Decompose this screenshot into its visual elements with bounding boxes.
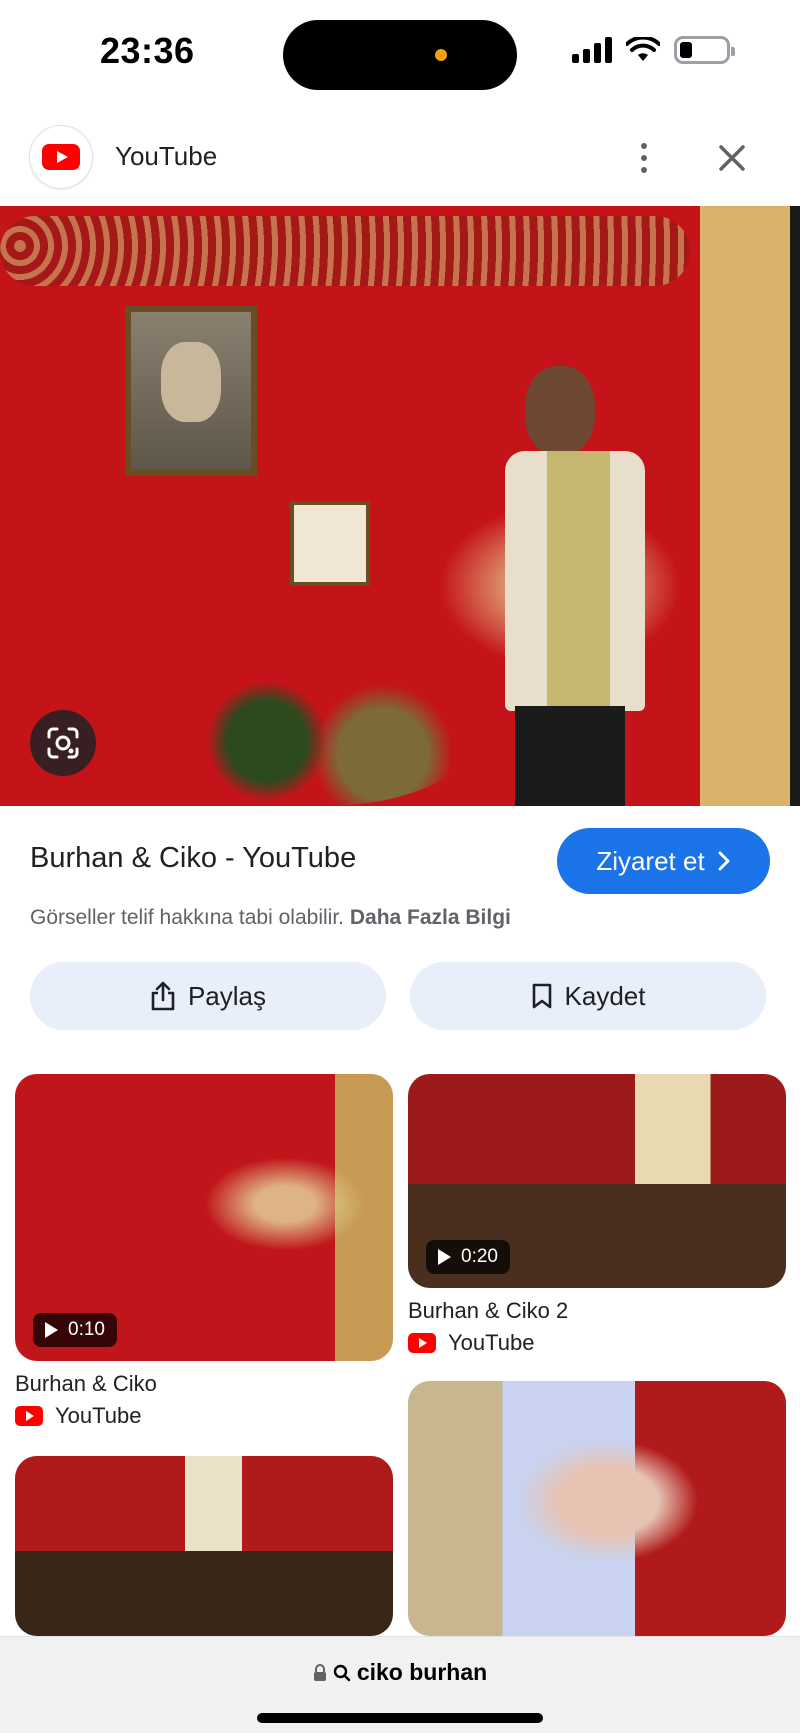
learn-more-link[interactable]: Daha Fazla Bilgi — [350, 906, 511, 929]
youtube-logo-icon — [15, 1406, 43, 1426]
wifi-icon — [626, 37, 660, 61]
lens-icon — [47, 727, 79, 759]
garland-decoration — [0, 216, 690, 286]
status-bar: 23:36 — [0, 0, 800, 110]
share-icon — [151, 981, 175, 1011]
related-source: YouTube — [408, 1330, 786, 1356]
related-source-label: YouTube — [448, 1330, 535, 1355]
youtube-logo-icon — [42, 144, 80, 170]
lock-icon — [313, 1663, 326, 1681]
play-icon — [438, 1249, 451, 1265]
visit-button[interactable]: Ziyaret et — [557, 828, 770, 894]
address-bar-content[interactable]: ciko burhan — [0, 1659, 800, 1688]
save-button[interactable]: Kaydet — [410, 962, 766, 1030]
copyright-text: Görseller telif hakkına tabi olabilir. — [30, 906, 344, 929]
battery-icon — [674, 36, 735, 64]
chevron-right-icon — [718, 851, 730, 871]
related-card[interactable]: 0:20 Burhan & Ciko 2 YouTube — [408, 1074, 786, 1356]
related-thumbnail[interactable]: 0:20 — [408, 1074, 786, 1288]
lens-search-button[interactable] — [30, 710, 96, 776]
save-label: Kaydet — [564, 980, 646, 1011]
result-title: Burhan & Ciko - YouTube — [30, 842, 357, 874]
duration-badge: 0:20 — [426, 1240, 510, 1274]
privacy-indicator-dot — [435, 49, 447, 61]
site-name[interactable]: YouTube — [115, 141, 217, 172]
play-icon — [45, 1322, 58, 1338]
related-title[interactable]: Burhan & Ciko 2 — [408, 1298, 786, 1324]
main-image[interactable] — [0, 206, 800, 806]
search-query: ciko burhan — [356, 1659, 488, 1685]
close-icon[interactable] — [712, 138, 752, 178]
youtube-logo-icon — [408, 1333, 436, 1353]
status-icons — [572, 36, 735, 64]
bookmark-icon — [532, 983, 551, 1009]
address-bar[interactable]: ciko burhan — [0, 1636, 800, 1733]
duration-text: 0:20 — [461, 1246, 498, 1267]
search-icon — [333, 1664, 351, 1681]
related-source: YouTube — [15, 1403, 393, 1429]
sheet-header: YouTube — [0, 118, 800, 206]
copyright-notice: Görseller telif hakkına tabi olabilir. D… — [30, 906, 511, 930]
duration-badge: 0:10 — [33, 1313, 117, 1347]
related-source-label: YouTube — [55, 1403, 142, 1428]
site-avatar[interactable] — [30, 126, 92, 188]
related-card[interactable] — [408, 1381, 786, 1636]
status-time: 23:36 — [100, 30, 195, 71]
dynamic-island — [283, 20, 517, 90]
share-label: Paylaş — [187, 980, 267, 1011]
more-vert-icon[interactable] — [626, 140, 662, 176]
home-indicator[interactable] — [257, 1713, 543, 1723]
related-title[interactable]: Burhan & Ciko — [15, 1371, 393, 1397]
related-thumbnail[interactable]: 0:10 — [15, 1074, 393, 1361]
related-thumbnail[interactable] — [408, 1381, 786, 1636]
share-button[interactable]: Paylaş — [30, 962, 386, 1030]
duration-text: 0:10 — [68, 1319, 105, 1340]
certificate-frame — [290, 501, 370, 586]
related-card[interactable] — [15, 1456, 393, 1636]
related-thumbnail[interactable] — [15, 1456, 393, 1636]
related-card[interactable]: 0:10 Burhan & Ciko YouTube — [15, 1074, 393, 1429]
flower-arrangement — [180, 676, 470, 806]
visit-label: Ziyaret et — [596, 845, 705, 876]
person-figure — [505, 366, 655, 806]
signal-icon — [572, 37, 612, 63]
painting-image — [125, 306, 257, 476]
